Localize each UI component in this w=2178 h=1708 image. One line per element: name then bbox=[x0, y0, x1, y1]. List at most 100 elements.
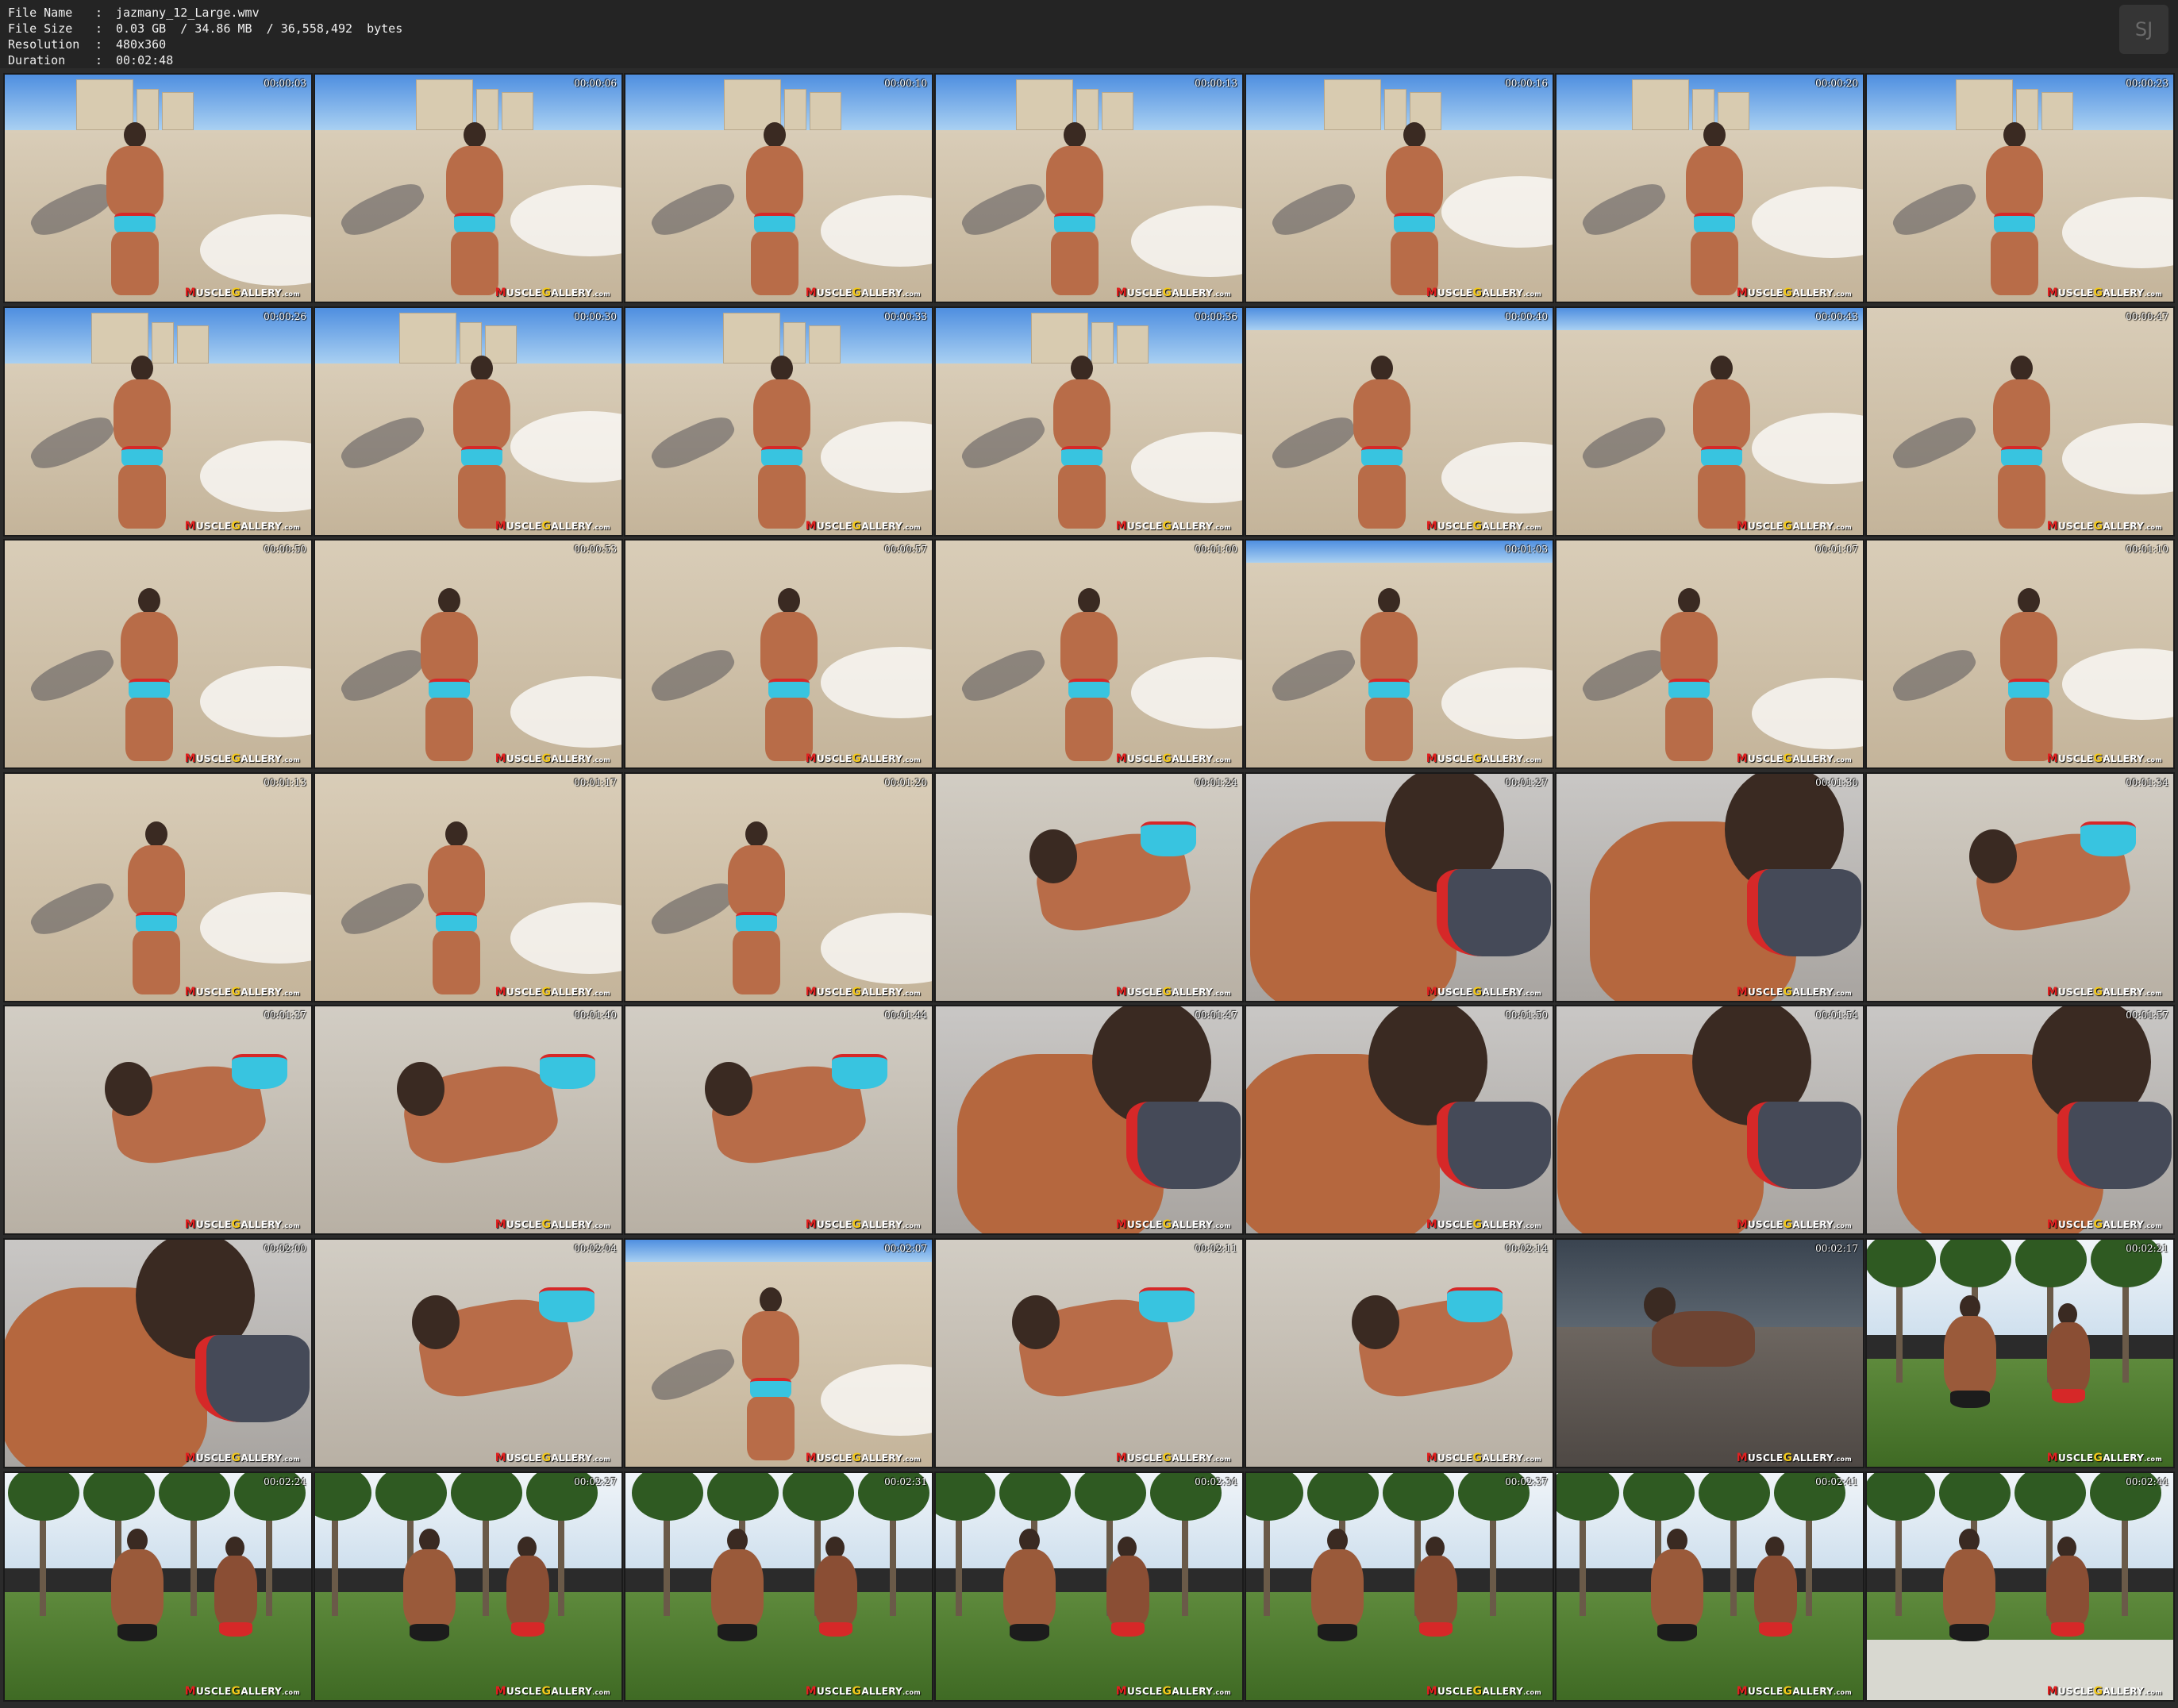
timestamp: 00:00:47 bbox=[2126, 311, 2168, 322]
watermark-m: M bbox=[494, 1452, 506, 1464]
torso bbox=[753, 379, 810, 451]
head bbox=[438, 588, 460, 614]
watermark-dom: .com bbox=[282, 1222, 300, 1229]
watermark-dom: .com bbox=[282, 1689, 300, 1696]
watermark-allery: ALLERY bbox=[2103, 1686, 2145, 1697]
legs bbox=[111, 232, 159, 295]
watermark: MUSCLEGALLERY.com bbox=[806, 520, 921, 533]
watermark: MUSCLEGALLERY.com bbox=[1426, 986, 1541, 998]
timestamp: 00:02:07 bbox=[884, 1243, 927, 1254]
video-thumbnail: 00:00:13 MUSCLEGALLERY.com bbox=[934, 73, 1244, 303]
watermark: MUSCLEGALLERY.com bbox=[185, 287, 300, 299]
watermark-m: M bbox=[494, 520, 506, 533]
trunks bbox=[219, 1622, 252, 1637]
watermark-uscle: USCLE bbox=[1747, 1686, 1784, 1697]
watermark-g: G bbox=[1472, 1218, 1483, 1231]
watermark-allery: ALLERY bbox=[1792, 1686, 1834, 1697]
timestamp: 00:01:27 bbox=[1505, 777, 1548, 788]
watermark-allery: ALLERY bbox=[241, 753, 283, 764]
watermark: MUSCLEGALLERY.com bbox=[806, 752, 921, 765]
timestamp: 00:00:33 bbox=[884, 311, 927, 322]
watermark: MUSCLEGALLERY.com bbox=[185, 1452, 300, 1464]
trunks bbox=[1747, 869, 1861, 956]
torso bbox=[403, 1549, 456, 1629]
timestamp: 00:00:30 bbox=[574, 311, 617, 322]
watermark-uscle: USCLE bbox=[506, 521, 542, 532]
torso bbox=[1414, 1556, 1457, 1627]
watermark-dom: .com bbox=[592, 1689, 610, 1696]
timestamp: 00:01:50 bbox=[1505, 1010, 1548, 1021]
trunks bbox=[1437, 1102, 1551, 1189]
watermark-m: M bbox=[805, 1452, 817, 1464]
legs bbox=[747, 1397, 795, 1460]
watermark-uscle: USCLE bbox=[195, 987, 232, 998]
watermark-g: G bbox=[1162, 752, 1172, 765]
watermark-uscle: USCLE bbox=[506, 753, 542, 764]
legs bbox=[765, 698, 813, 761]
timestamp: 00:01:44 bbox=[884, 1010, 927, 1021]
watermark-m: M bbox=[1426, 1218, 1437, 1231]
watermark-g: G bbox=[1783, 752, 1793, 765]
timestamp: 00:00:57 bbox=[884, 544, 927, 555]
video-thumbnail: 00:00:10 MUSCLEGALLERY.com bbox=[624, 73, 933, 303]
watermark-g: G bbox=[1162, 1685, 1172, 1698]
watermark-uscle: USCLE bbox=[816, 987, 852, 998]
torso bbox=[1106, 1556, 1149, 1627]
watermark-dom: .com bbox=[902, 290, 921, 298]
head bbox=[1378, 588, 1400, 614]
watermark: MUSCLEGALLERY.com bbox=[2047, 1685, 2162, 1698]
timestamp: 00:00:40 bbox=[1505, 311, 1548, 322]
watermark-allery: ALLERY bbox=[1792, 1219, 1834, 1230]
watermark: MUSCLEGALLERY.com bbox=[185, 752, 300, 765]
watermark-allery: ALLERY bbox=[1482, 987, 1524, 998]
timestamp: 00:00:50 bbox=[264, 544, 306, 555]
watermark-uscle: USCLE bbox=[1437, 1452, 1473, 1464]
watermark-uscle: USCLE bbox=[1437, 1219, 1473, 1230]
watermark-uscle: USCLE bbox=[816, 753, 852, 764]
watermark-m: M bbox=[494, 1685, 506, 1698]
video-thumbnail: 00:02:21 MUSCLEGALLERY.com bbox=[1865, 1238, 2175, 1468]
timestamp: 00:01:37 bbox=[264, 1010, 306, 1021]
video-thumbnail: 00:01:07 MUSCLEGALLERY.com bbox=[1555, 539, 1864, 769]
watermark: MUSCLEGALLERY.com bbox=[2047, 752, 2162, 765]
watermark-allery: ALLERY bbox=[1172, 1452, 1214, 1464]
building bbox=[1117, 325, 1149, 364]
watermark-allery: ALLERY bbox=[861, 1219, 903, 1230]
trunks bbox=[1419, 1622, 1453, 1637]
watermark-uscle: USCLE bbox=[1126, 1686, 1163, 1697]
timestamp: 00:02:04 bbox=[574, 1243, 617, 1254]
watermark-m: M bbox=[805, 752, 817, 765]
timestamp: 00:01:54 bbox=[1815, 1010, 1858, 1021]
watermark-allery: ALLERY bbox=[1172, 753, 1214, 764]
torso bbox=[1943, 1549, 1995, 1629]
watermark-m: M bbox=[805, 1218, 817, 1231]
watermark: MUSCLEGALLERY.com bbox=[1116, 1218, 1231, 1231]
watermark-m: M bbox=[494, 752, 506, 765]
torso bbox=[1003, 1549, 1056, 1629]
timestamp: 00:00:53 bbox=[574, 544, 617, 555]
timestamp: 00:02:14 bbox=[1505, 1243, 1548, 1254]
watermark: MUSCLEGALLERY.com bbox=[185, 986, 300, 998]
timestamp: 00:01:30 bbox=[1815, 777, 1858, 788]
trunks bbox=[232, 1054, 287, 1089]
legs bbox=[133, 931, 180, 994]
video-thumbnail: 00:00:06 MUSCLEGALLERY.com bbox=[314, 73, 623, 303]
watermark-g: G bbox=[852, 1218, 862, 1231]
watermark: MUSCLEGALLERY.com bbox=[2047, 520, 2162, 533]
head bbox=[1078, 588, 1100, 614]
watermark: MUSCLEGALLERY.com bbox=[1737, 1452, 1852, 1464]
head bbox=[1678, 588, 1700, 614]
head bbox=[124, 122, 146, 148]
watermark-m: M bbox=[1115, 1218, 1127, 1231]
grass bbox=[625, 1592, 932, 1700]
torso bbox=[111, 1549, 164, 1629]
trunks bbox=[410, 1624, 449, 1641]
timestamp: 00:01:13 bbox=[264, 777, 306, 788]
watermark-m: M bbox=[494, 287, 506, 299]
legs bbox=[458, 465, 506, 529]
legs bbox=[758, 465, 806, 529]
torso bbox=[106, 146, 164, 217]
torso bbox=[746, 146, 803, 217]
video-thumbnail: 00:00:50 MUSCLEGALLERY.com bbox=[3, 539, 313, 769]
building bbox=[152, 322, 174, 364]
